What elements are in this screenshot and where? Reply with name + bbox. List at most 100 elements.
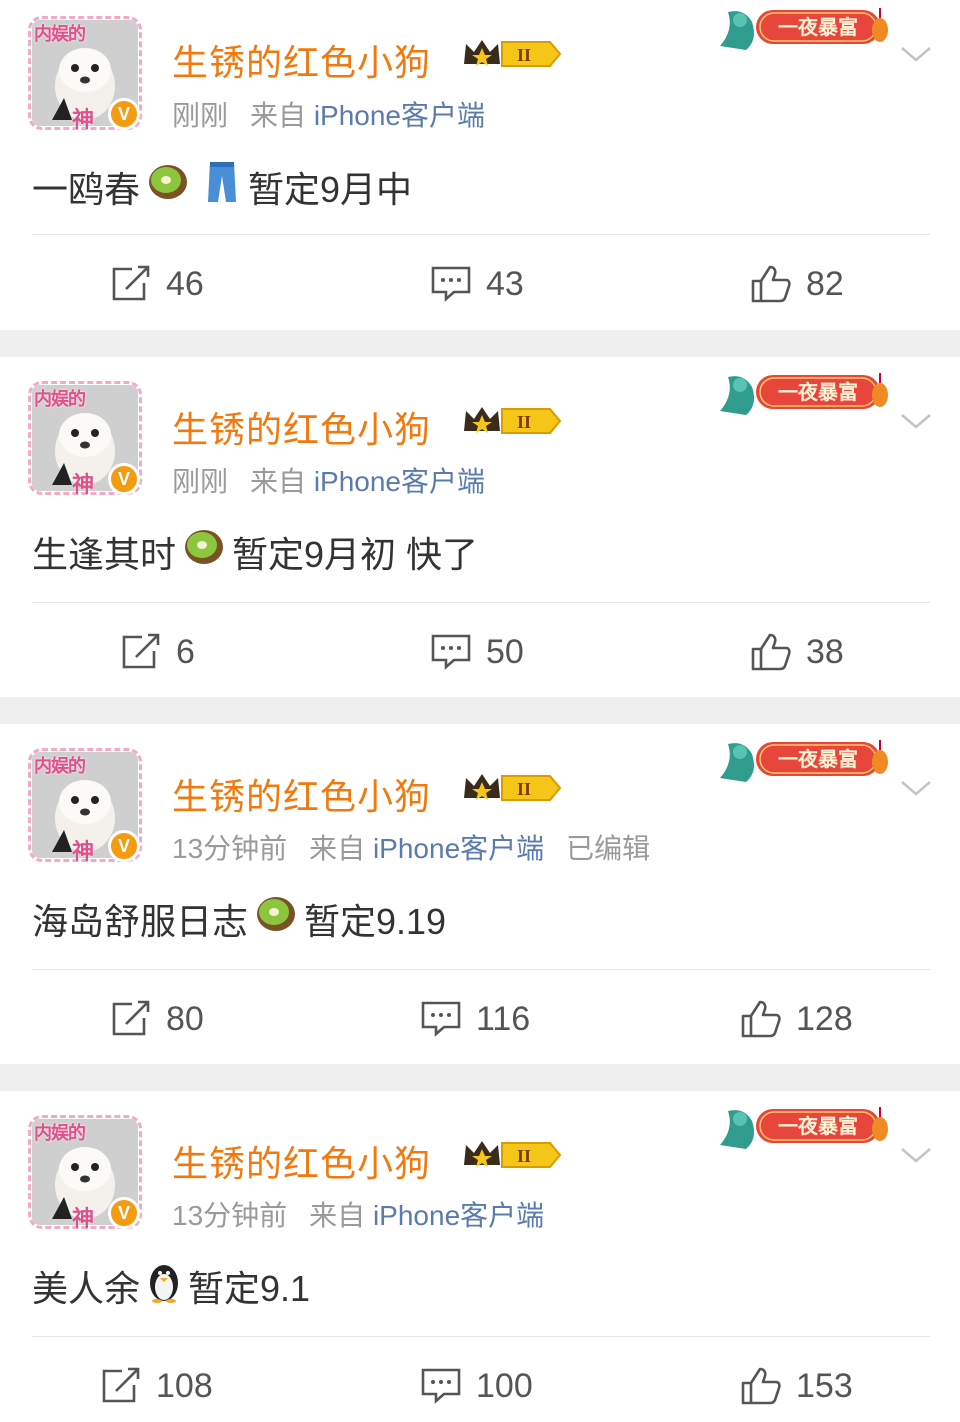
- comment-count: 100: [476, 1366, 533, 1405]
- fortune-decoration[interactable]: 一夜暴富: [714, 365, 892, 417]
- post-card[interactable]: 内娱的 神 V 生锈的红色小狗 II 刚刚 来自 iPhone客户端 一夜暴富 一…: [0, 0, 960, 330]
- like-count: 38: [806, 632, 844, 671]
- comment-icon: [431, 634, 471, 670]
- post-text-part: 一鸥春: [32, 168, 141, 210]
- divider: [32, 1336, 930, 1337]
- post-card[interactable]: 内娱的 神 V 生锈的红色小狗 II 刚刚 来自 iPhone客户端 一夜暴富 生…: [0, 357, 960, 697]
- post-text-part: 暂定9月中: [248, 168, 413, 210]
- post-text-part: 海岛舒服日志: [32, 900, 249, 942]
- thumbs-up-icon: [751, 633, 791, 671]
- repost-icon: [122, 633, 160, 669]
- comment-count: 43: [486, 264, 524, 303]
- post-text[interactable]: 生逢其时 暂定9月初 快了: [32, 525, 478, 578]
- like-button[interactable]: 128: [740, 989, 853, 1049]
- like-button[interactable]: 82: [750, 254, 844, 314]
- post-meta: 刚刚 来自 iPhone客户端: [172, 94, 485, 134]
- post-text-part: 暂定9.1: [188, 1267, 311, 1309]
- chevron-down-icon[interactable]: [898, 409, 934, 433]
- kiwi-emoji-icon: [146, 160, 190, 213]
- action-bar: 46 43 82: [0, 254, 960, 314]
- like-button[interactable]: 153: [740, 1356, 853, 1416]
- comment-button[interactable]: 43: [430, 254, 524, 314]
- thumbs-up-icon: [751, 265, 791, 303]
- post-source-device[interactable]: iPhone客户端: [373, 833, 544, 864]
- repost-button[interactable]: 46: [110, 254, 204, 314]
- post-text-part: 暂定9月初 快了: [232, 533, 479, 575]
- fortune-decoration[interactable]: 一夜暴富: [714, 0, 892, 52]
- post-time: 13分钟前: [172, 833, 288, 864]
- post-source-device[interactable]: iPhone客户端: [373, 1200, 544, 1231]
- comment-button[interactable]: 50: [430, 622, 524, 682]
- repost-count: 6: [176, 632, 195, 671]
- avatar-frame-text: 内娱的: [34, 24, 86, 44]
- badge-level-text: II: [517, 412, 531, 432]
- repost-icon: [102, 1367, 140, 1403]
- jeans-emoji-icon: [202, 160, 242, 213]
- kiwi-emoji-icon: [254, 892, 298, 945]
- comment-button[interactable]: 116: [420, 989, 530, 1049]
- action-bar: 6 50 38: [0, 622, 960, 682]
- post-source-label: 来自: [250, 466, 307, 497]
- like-button[interactable]: 38: [750, 622, 844, 682]
- repost-button[interactable]: 6: [120, 622, 195, 682]
- post-text-part: 美人余: [32, 1267, 141, 1309]
- comment-count: 116: [476, 999, 531, 1038]
- member-crown-badge-icon[interactable]: II: [462, 34, 562, 74]
- avatar[interactable]: 内娱的 神 V: [28, 381, 142, 497]
- comment-icon: [421, 1001, 461, 1037]
- avatar[interactable]: 内娱的 神 V: [28, 1115, 142, 1231]
- repost-button[interactable]: 80: [110, 989, 204, 1049]
- post-text[interactable]: 一鸥春 暂定9月中: [32, 160, 412, 213]
- action-bar: 108 100 153: [0, 1356, 960, 1416]
- post-time: 刚刚: [172, 100, 229, 131]
- repost-count: 46: [166, 264, 204, 303]
- avatar-frame-text-2: 神: [72, 472, 95, 497]
- comment-button[interactable]: 100: [420, 1356, 533, 1416]
- avatar[interactable]: 内娱的 神 V: [28, 748, 142, 864]
- verified-badge-icon: V: [108, 830, 140, 862]
- repost-icon: [112, 1000, 150, 1036]
- username[interactable]: 生锈的红色小狗: [172, 401, 431, 453]
- post-source-device[interactable]: iPhone客户端: [314, 100, 485, 131]
- chevron-down-icon[interactable]: [898, 1143, 934, 1167]
- verified-badge-icon: V: [108, 98, 140, 130]
- post-source-device[interactable]: iPhone客户端: [314, 466, 485, 497]
- penguin-emoji-icon: [146, 1259, 182, 1312]
- post-text[interactable]: 美人余 暂定9.1: [32, 1259, 310, 1312]
- username[interactable]: 生锈的红色小狗: [172, 768, 431, 820]
- avatar-frame-text: 内娱的: [34, 389, 86, 409]
- fortune-decoration[interactable]: 一夜暴富: [714, 732, 892, 784]
- decor-text: 一夜暴富: [778, 15, 858, 39]
- post-edited-label[interactable]: 已编辑: [566, 833, 650, 864]
- chevron-down-icon[interactable]: [898, 776, 934, 800]
- post-text-part: 暂定9.19: [304, 900, 447, 942]
- comment-icon: [431, 266, 471, 302]
- decor-text: 一夜暴富: [778, 1114, 858, 1138]
- post-card[interactable]: 内娱的 神 V 生锈的红色小狗 II 13分钟前 来自 iPhone客户端 一夜暴…: [0, 1091, 960, 1422]
- repost-button[interactable]: 108: [100, 1356, 213, 1416]
- post-meta: 刚刚 来自 iPhone客户端: [172, 460, 485, 500]
- repost-count: 108: [156, 1366, 213, 1405]
- badge-level-text: II: [517, 779, 531, 799]
- kiwi-emoji-icon: [182, 525, 226, 578]
- verified-badge-icon: V: [108, 463, 140, 495]
- username[interactable]: 生锈的红色小狗: [172, 1135, 431, 1187]
- divider: [32, 234, 930, 235]
- member-crown-badge-icon[interactable]: II: [462, 768, 562, 808]
- comment-icon: [421, 1368, 461, 1404]
- post-time: 13分钟前: [172, 1200, 288, 1231]
- member-crown-badge-icon[interactable]: II: [462, 401, 562, 441]
- post-source-label: 来自: [309, 1200, 366, 1231]
- decor-text: 一夜暴富: [778, 380, 858, 404]
- post-card[interactable]: 内娱的 神 V 生锈的红色小狗 II 13分钟前 来自 iPhone客户端 已编辑 …: [0, 724, 960, 1064]
- post-text[interactable]: 海岛舒服日志 暂定9.19: [32, 892, 446, 945]
- avatar-frame-text-2: 神: [72, 107, 95, 132]
- fortune-decoration[interactable]: 一夜暴富: [714, 1099, 892, 1151]
- avatar-frame-text-2: 神: [72, 1206, 95, 1231]
- avatar-frame-text: 内娱的: [34, 756, 86, 776]
- username[interactable]: 生锈的红色小狗: [172, 34, 431, 86]
- avatar[interactable]: 内娱的 神 V: [28, 16, 142, 132]
- member-crown-badge-icon[interactable]: II: [462, 1135, 562, 1175]
- chevron-down-icon[interactable]: [898, 42, 934, 66]
- comment-count: 50: [486, 632, 524, 671]
